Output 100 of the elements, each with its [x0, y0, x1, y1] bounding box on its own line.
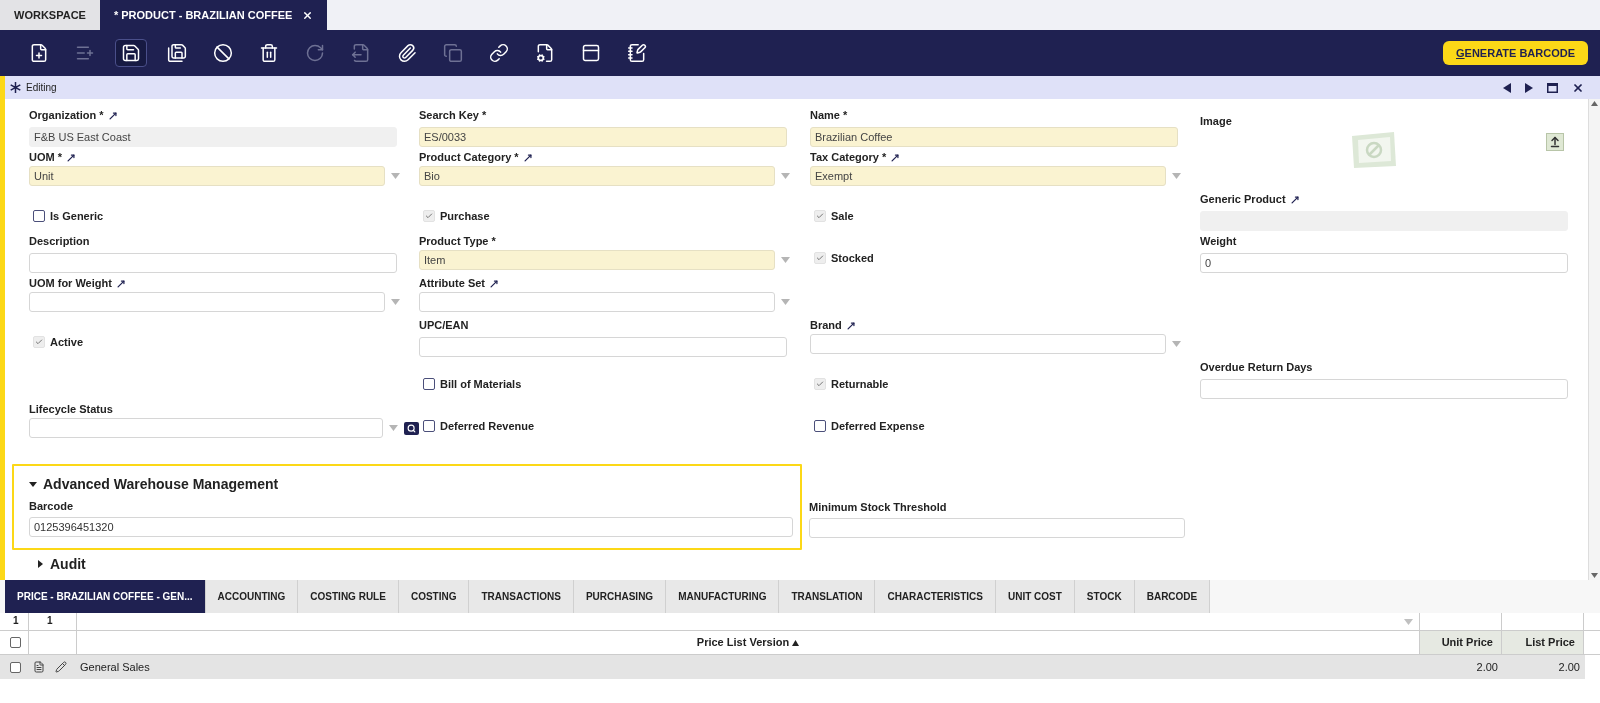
- subtab[interactable]: COSTING: [398, 580, 470, 613]
- link-arrow-icon[interactable]: [522, 152, 533, 163]
- table-cell-text: General Sales: [79, 659, 151, 675]
- window-tab[interactable]: WORKSPACE: [0, 0, 100, 30]
- checkbox[interactable]: [814, 420, 826, 432]
- checkbox[interactable]: [423, 378, 435, 390]
- field-label: Generic Product: [1200, 192, 1286, 207]
- upload-button[interactable]: [1546, 133, 1564, 151]
- input-field[interactable]: [1200, 379, 1568, 399]
- input-field[interactable]: ES/0033: [419, 127, 787, 147]
- checkbox[interactable]: [10, 637, 21, 648]
- check-icon: [816, 212, 824, 220]
- field-label: Weight: [1200, 234, 1237, 249]
- table-cell-text: 2.00: [1557, 659, 1581, 675]
- column-header[interactable]: List Price: [1502, 631, 1584, 654]
- section-header[interactable]: Audit: [36, 554, 1588, 574]
- section-header[interactable]: Advanced Warehouse Management: [29, 474, 800, 494]
- edit-icon[interactable]: [55, 661, 67, 673]
- link-arrow-icon[interactable]: [489, 278, 499, 289]
- field-label: Minimum Stock Threshold: [809, 500, 947, 515]
- input-field[interactable]: Exempt: [810, 166, 1166, 186]
- row-count: 1: [29, 613, 77, 630]
- subtab[interactable]: MANUFACTURING: [666, 580, 780, 613]
- scroll-up-icon[interactable]: [1591, 101, 1598, 106]
- subtab[interactable]: CHARACTERISTICS: [875, 580, 996, 613]
- input-field[interactable]: [29, 292, 385, 312]
- input-field[interactable]: [29, 253, 397, 273]
- input-field[interactable]: 0125396451320: [29, 517, 793, 537]
- search-button[interactable]: [404, 421, 419, 435]
- scroll-down-icon[interactable]: [1591, 573, 1598, 578]
- input-field[interactable]: Item: [419, 250, 775, 270]
- checkbox-label: Stocked: [831, 250, 874, 266]
- check-icon: [35, 338, 43, 346]
- subtab[interactable]: BARCODE: [1134, 580, 1211, 613]
- field-label: Product Category *: [419, 150, 519, 165]
- subtab[interactable]: TRANSACTIONS: [469, 580, 574, 613]
- input-field[interactable]: [419, 337, 787, 357]
- status-text: Editing: [26, 81, 57, 95]
- checkbox-label: Deferred Expense: [831, 418, 925, 434]
- checkbox-label: Deferred Revenue: [440, 418, 535, 434]
- checkbox[interactable]: [10, 661, 21, 673]
- input-field[interactable]: 0: [1200, 253, 1568, 273]
- checkbox-label: Bill of Materials: [440, 376, 522, 392]
- check-icon: [816, 254, 824, 262]
- subtab[interactable]: UNIT COST: [995, 580, 1075, 613]
- field-label: Attribute Set: [419, 276, 485, 291]
- caret-icon: [36, 560, 44, 568]
- check-icon: [816, 380, 824, 388]
- window-tab[interactable]: * PRODUCT - BRAZILIAN COFFEE: [99, 0, 328, 30]
- subtab[interactable]: TRANSLATION: [779, 580, 876, 613]
- close-icon[interactable]: [1572, 81, 1584, 94]
- subtab[interactable]: ACCOUNTING: [205, 580, 299, 613]
- scrollbar[interactable]: [1588, 99, 1600, 580]
- input-field[interactable]: [419, 292, 775, 312]
- subtab[interactable]: COSTING RULE: [298, 580, 399, 613]
- input-field[interactable]: [810, 334, 1166, 354]
- row-count: 1: [0, 613, 29, 630]
- link-arrow-icon[interactable]: [1289, 194, 1300, 205]
- field-label: Overdue Return Days: [1200, 360, 1313, 375]
- input-field[interactable]: Unit: [29, 166, 385, 186]
- column-header[interactable]: Unit Price: [1420, 631, 1502, 654]
- input-field[interactable]: Brazilian Coffee: [810, 127, 1178, 147]
- link-arrow-icon[interactable]: [890, 152, 901, 163]
- subtab[interactable]: STOCK: [1074, 580, 1135, 613]
- field-label: Barcode: [29, 499, 74, 514]
- input-field[interactable]: [29, 418, 384, 438]
- document-icon[interactable]: [33, 661, 45, 673]
- field-label: UOM for Weight: [29, 276, 112, 291]
- field-label: UOM *: [29, 150, 62, 165]
- close-icon[interactable]: [302, 9, 314, 21]
- field-label: Search Key *: [419, 108, 487, 123]
- check-icon: [425, 212, 433, 220]
- field-label: Name *: [810, 108, 848, 123]
- link-arrow-icon[interactable]: [107, 110, 118, 121]
- next-icon[interactable]: [1525, 82, 1533, 93]
- sort-ascending-icon[interactable]: [792, 639, 800, 646]
- input-field[interactable]: F&B US East Coast: [29, 127, 397, 147]
- generate-barcode-button[interactable]: GENERATE BARCODE: [1443, 41, 1588, 65]
- field-label: Organization *: [29, 108, 104, 123]
- maximize-icon[interactable]: [1547, 82, 1558, 93]
- checkbox-label: Sale: [831, 208, 854, 224]
- table-row[interactable]: General Sales 2.00 2.00: [0, 655, 1585, 679]
- link-arrow-icon[interactable]: [66, 152, 76, 163]
- checkbox[interactable]: [33, 210, 45, 222]
- link-arrow-icon[interactable]: [115, 278, 126, 289]
- checkbox[interactable]: [423, 420, 435, 432]
- link-arrow-icon[interactable]: [845, 320, 856, 331]
- subtab[interactable]: PURCHASING: [573, 580, 667, 613]
- checkbox-label: Active: [50, 334, 84, 350]
- subtab[interactable]: PRICE - BRAZILIAN COFFEE - GEN...: [5, 580, 206, 613]
- save-icon[interactable]: [115, 39, 147, 67]
- input-field[interactable]: Bio: [419, 166, 775, 186]
- field-label: Image: [1200, 115, 1232, 127]
- checkbox-label: Returnable: [831, 376, 889, 392]
- field-label: Product Type *: [419, 234, 496, 249]
- previous-icon[interactable]: [1503, 82, 1511, 93]
- field-label: Description: [29, 234, 90, 249]
- input-field[interactable]: [809, 518, 1185, 538]
- asterisk-icon: [10, 82, 21, 93]
- checkbox-label: Is Generic: [50, 208, 104, 224]
